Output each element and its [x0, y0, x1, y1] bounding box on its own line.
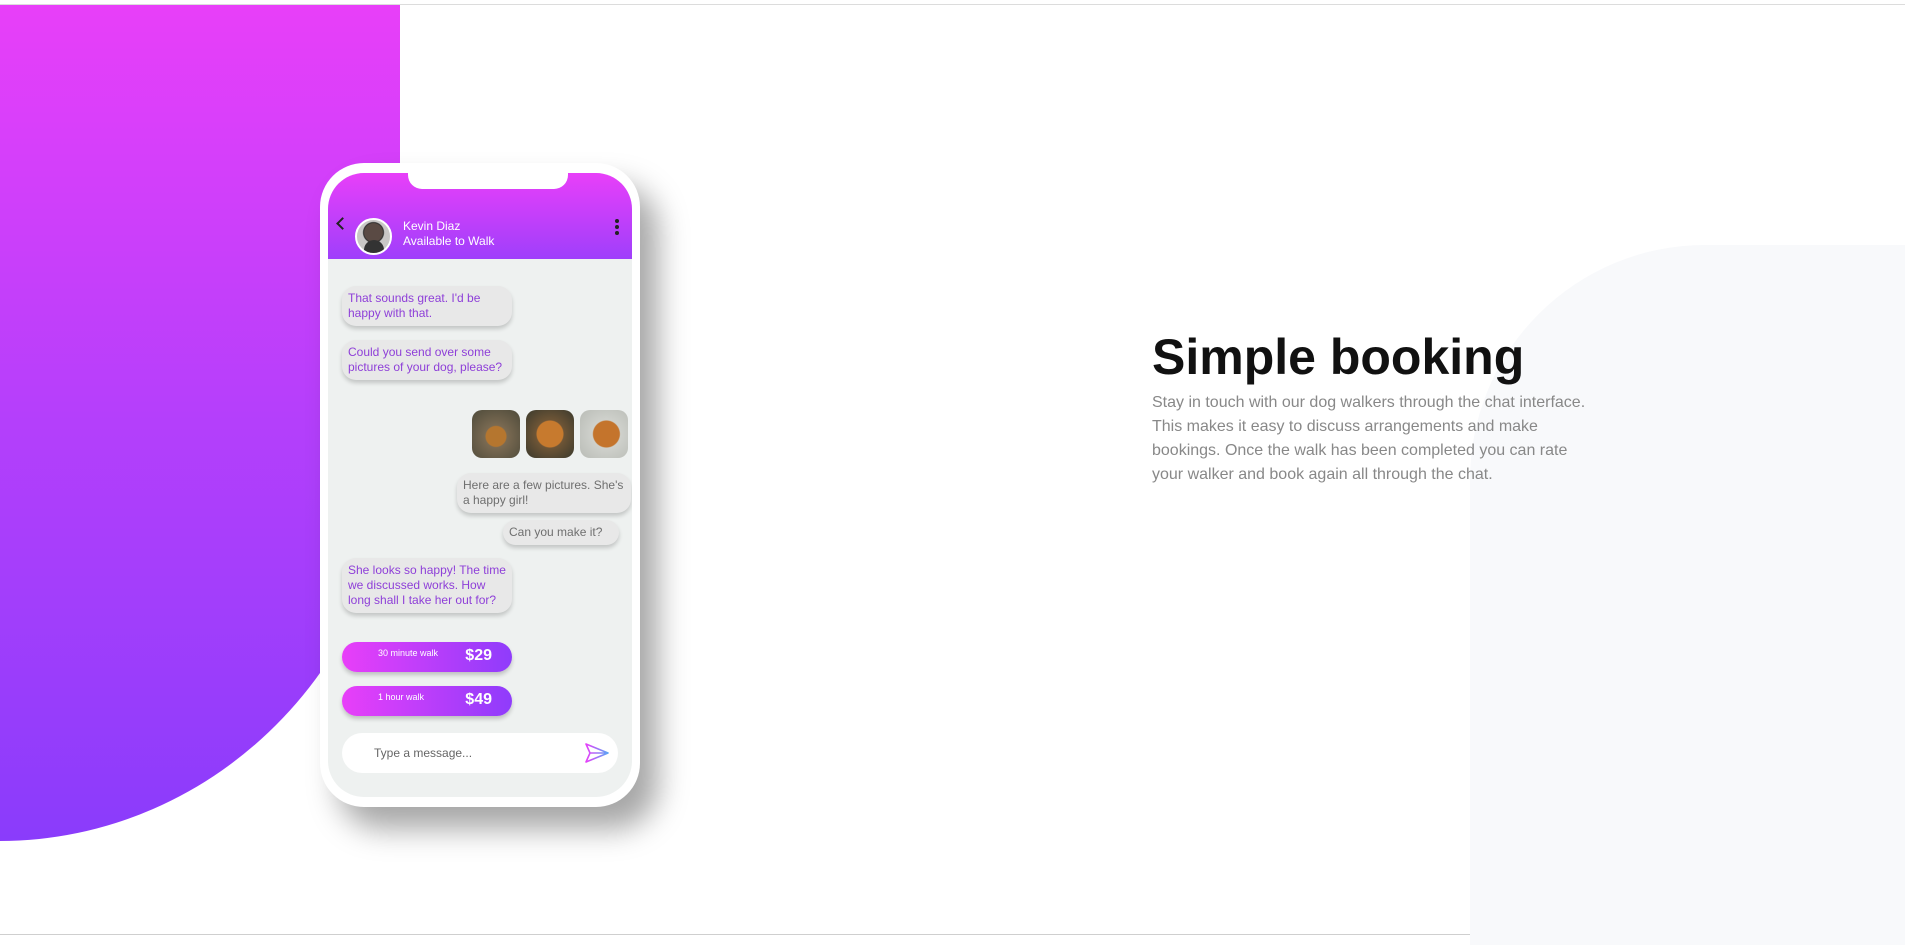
walk-option-label: 30 minute walk [378, 648, 439, 658]
feature-description: Stay in touch with our dog walkers throu… [1152, 394, 1586, 483]
grey-background-shape [1470, 245, 1905, 945]
phone-notch [408, 173, 568, 189]
chat-screen: Kevin Diaz Available to Walk That sounds… [328, 173, 632, 797]
dog-photo-thumbnail[interactable] [472, 410, 520, 458]
message-bubble-incoming: She looks so happy! The time we discusse… [342, 558, 512, 613]
back-arrow-icon[interactable] [336, 217, 349, 230]
phone-mockup: Kevin Diaz Available to Walk That sounds… [320, 163, 640, 807]
dog-photo-thumbnail[interactable] [580, 410, 628, 458]
walk-option-30-minute-button[interactable]: 30 minute walk $29 [342, 642, 512, 672]
message-bubble-incoming: Could you send over some pictures of you… [342, 340, 512, 380]
walk-option-label: 1 hour walk [378, 692, 425, 702]
more-vertical-icon[interactable] [615, 219, 619, 237]
message-input[interactable] [342, 733, 618, 773]
walk-option-price: $29 [465, 647, 492, 664]
walk-option-price: $49 [465, 691, 492, 708]
dog-photo-thumbnail[interactable] [526, 410, 574, 458]
avatar[interactable] [355, 218, 392, 255]
contact-status: Available to Walk [403, 234, 495, 248]
message-bubble-outgoing: Here are a few pictures. She's a happy g… [457, 473, 631, 513]
feature-title: Simple booking [1152, 329, 1525, 385]
walk-option-1-hour-button[interactable]: 1 hour walk $49 [342, 686, 512, 716]
message-bubble-incoming: That sounds great. I'd be happy with tha… [342, 286, 512, 326]
send-icon[interactable] [585, 743, 609, 763]
message-bubble-outgoing: Can you make it? [503, 520, 619, 545]
contact-name: Kevin Diaz [403, 219, 461, 233]
